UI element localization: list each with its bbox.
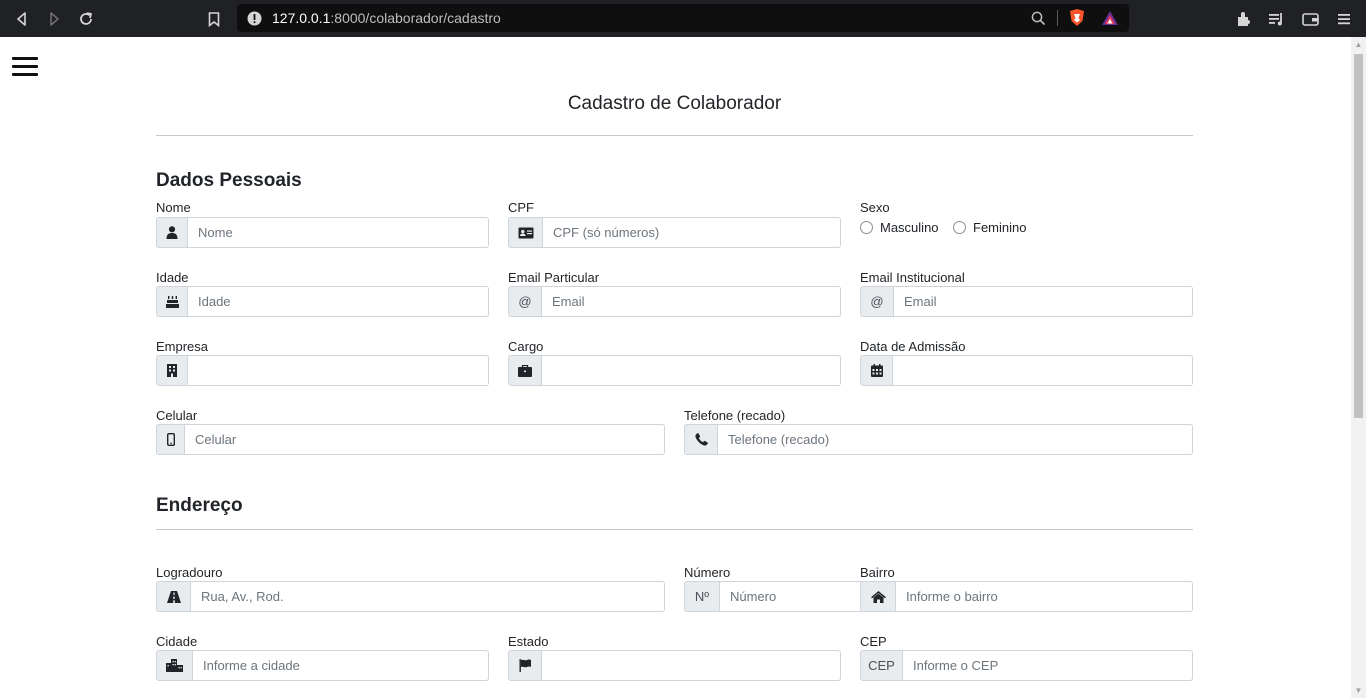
nome-group — [156, 217, 489, 248]
sexo-masculino-radio[interactable]: Masculino — [860, 220, 939, 235]
bookmark-icon[interactable] — [203, 8, 225, 30]
email-particular-input[interactable] — [542, 286, 841, 317]
scrollbar-thumb[interactable] — [1354, 54, 1363, 418]
page-content: Cadastro de Colaborador Dados Pessoais N… — [0, 37, 1351, 698]
cep-input[interactable] — [903, 650, 1193, 681]
data-admissao-label: Data de Admissão — [860, 339, 966, 354]
cidade-input[interactable] — [193, 650, 489, 681]
telefone-label: Telefone (recado) — [684, 408, 786, 423]
cargo-group — [508, 355, 841, 386]
numero-label: Número — [684, 565, 731, 580]
briefcase-icon — [508, 355, 542, 386]
at-sign-addon: @ — [508, 286, 542, 317]
sexo-label: Sexo — [860, 200, 890, 215]
nome-input[interactable] — [188, 217, 489, 248]
logradouro-label: Logradouro — [156, 565, 223, 580]
cidade-label: Cidade — [156, 634, 198, 649]
cargo-input[interactable] — [542, 355, 841, 386]
bairro-input[interactable] — [896, 581, 1193, 612]
personal-section-heading: Dados Pessoais — [156, 170, 302, 191]
estado-label: Estado — [508, 634, 549, 649]
extensions-icon[interactable] — [1233, 8, 1255, 30]
cidade-group — [156, 650, 489, 681]
city-icon — [156, 650, 193, 681]
id-card-icon — [508, 217, 543, 248]
address-divider — [156, 529, 1193, 530]
idade-group — [156, 286, 489, 317]
cep-label: CEP — [860, 634, 887, 649]
email-particular-group: @ — [508, 286, 841, 317]
vertical-scrollbar[interactable]: ▲ ▼ — [1351, 37, 1366, 698]
birthday-cake-icon — [156, 286, 188, 317]
reload-icon[interactable] — [75, 8, 97, 30]
idade-label: Idade — [156, 270, 189, 285]
brave-shield-icon[interactable] — [1067, 8, 1087, 28]
nome-label: Nome — [156, 200, 191, 215]
data-admissao-input[interactable] — [893, 355, 1193, 386]
cpf-group — [508, 217, 841, 248]
calendar-icon — [860, 355, 893, 386]
numero-addon: Nº — [684, 581, 720, 612]
data-admissao-group — [860, 355, 1193, 386]
logradouro-input[interactable] — [191, 581, 665, 612]
feminino-label: Feminino — [973, 220, 1027, 235]
forward-icon[interactable] — [43, 8, 65, 30]
at-sign-addon: @ — [860, 286, 894, 317]
wallet-icon[interactable] — [1299, 8, 1321, 30]
hamburger-menu-button[interactable] — [12, 57, 38, 76]
radio-circle[interactable] — [860, 221, 873, 234]
user-icon — [156, 217, 188, 248]
back-icon[interactable] — [11, 8, 33, 30]
playlist-icon[interactable] — [1265, 8, 1287, 30]
url-text: 127.0.0.1:8000/colaborador/cadastro — [272, 10, 501, 26]
idade-input[interactable] — [188, 286, 489, 317]
radio-circle[interactable] — [953, 221, 966, 234]
cpf-input[interactable] — [543, 217, 841, 248]
empresa-group — [156, 355, 489, 386]
celular-group — [156, 424, 665, 455]
building-icon — [156, 355, 188, 386]
estado-group — [508, 650, 841, 681]
cep-group: CEP — [860, 650, 1193, 681]
email-institucional-label: Email Institucional — [860, 270, 965, 285]
phone-icon — [684, 424, 718, 455]
cep-addon: CEP — [860, 650, 903, 681]
info-icon[interactable] — [244, 8, 264, 28]
url-divider — [1057, 10, 1058, 26]
empresa-input[interactable] — [188, 355, 489, 386]
email-institucional-input[interactable] — [894, 286, 1193, 317]
title-divider — [156, 135, 1193, 136]
email-particular-label: Email Particular — [508, 270, 600, 285]
address-section-heading: Endereço — [156, 495, 243, 516]
celular-label: Celular — [156, 408, 198, 423]
cpf-label: CPF — [508, 200, 534, 215]
telefone-input[interactable] — [718, 424, 1193, 455]
sexo-feminino-radio[interactable]: Feminino — [953, 220, 1026, 235]
telefone-group — [684, 424, 1193, 455]
scroll-down-icon[interactable]: ▼ — [1354, 686, 1363, 695]
bairro-group — [860, 581, 1193, 612]
home-icon — [860, 581, 896, 612]
numero-group: Nº — [684, 581, 917, 612]
browser-menu-icon[interactable] — [1333, 8, 1355, 30]
logradouro-group — [156, 581, 665, 612]
mobile-phone-icon — [156, 424, 185, 455]
masculino-label: Masculino — [880, 220, 939, 235]
road-icon — [156, 581, 191, 612]
empresa-label: Empresa — [156, 339, 209, 354]
cargo-label: Cargo — [508, 339, 544, 354]
page-title: Cadastro de Colaborador — [567, 93, 782, 114]
brave-rewards-icon[interactable] — [1100, 8, 1120, 28]
email-institucional-group: @ — [860, 286, 1193, 317]
celular-input[interactable] — [185, 424, 665, 455]
estado-input[interactable] — [542, 650, 841, 681]
scroll-up-icon[interactable]: ▲ — [1354, 40, 1363, 49]
address-bar[interactable]: 127.0.0.1:8000/colaborador/cadastro — [237, 4, 1129, 32]
flag-icon — [508, 650, 542, 681]
bairro-label: Bairro — [860, 565, 895, 580]
zoom-icon[interactable] — [1028, 8, 1048, 28]
browser-toolbar: 127.0.0.1:8000/colaborador/cadastro — [0, 0, 1366, 37]
